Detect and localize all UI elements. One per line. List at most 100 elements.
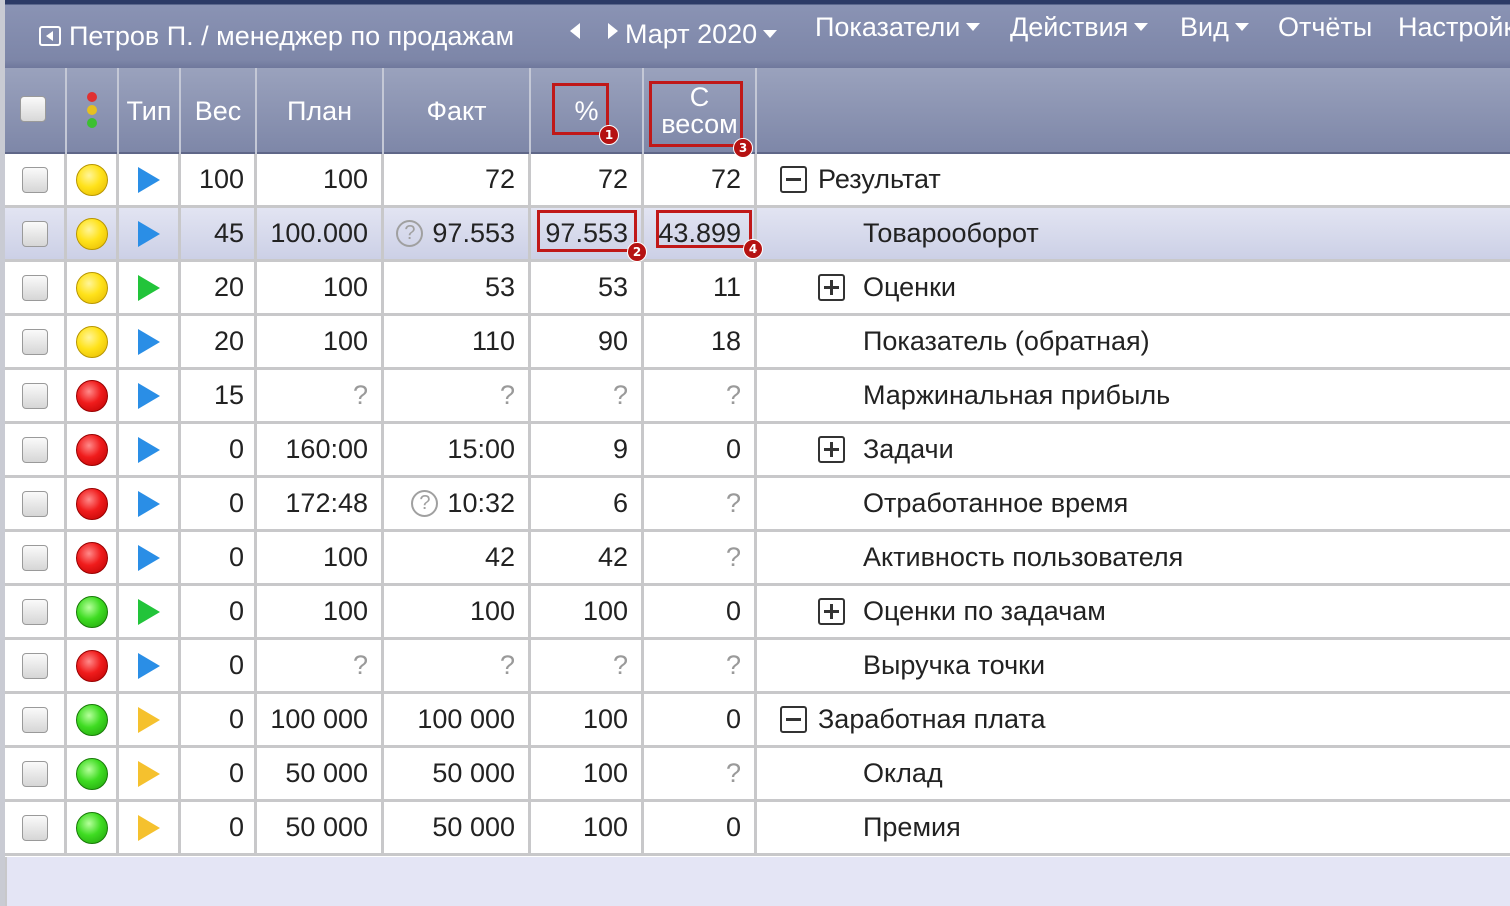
fact-cell: ? xyxy=(384,370,531,421)
percent-cell: 100 xyxy=(531,748,644,799)
expand-icon[interactable] xyxy=(818,274,845,301)
row-checkbox[interactable] xyxy=(21,544,48,571)
row-checkbox[interactable] xyxy=(21,760,48,787)
indicator-name[interactable]: Маржинальная прибыль xyxy=(863,370,1170,421)
row-checkbox-cell xyxy=(5,478,67,529)
select-all-checkbox[interactable] xyxy=(20,96,46,122)
row-checkbox[interactable] xyxy=(21,814,48,841)
weight-cell: 0 xyxy=(181,748,257,799)
row-checkbox[interactable] xyxy=(21,706,48,733)
fact-cell-value: 97.553 xyxy=(432,218,515,248)
help-icon[interactable]: ? xyxy=(411,490,439,517)
collapse-icon[interactable] xyxy=(780,166,807,193)
annotation-box-percent-value xyxy=(537,210,637,252)
status-light-icon xyxy=(75,757,108,790)
menu-label: Вид xyxy=(1180,12,1229,42)
row-checkbox-cell xyxy=(5,154,67,205)
row-checkbox[interactable] xyxy=(21,436,48,463)
menu-label: Показатели xyxy=(815,12,961,42)
weighted-cell: 0 xyxy=(644,424,757,475)
table-row[interactable]: 0 100 000 100 000 100 0 Заработная плата xyxy=(5,694,1510,748)
table-row[interactable]: 0 50 000 50 000 100? Оклад xyxy=(5,748,1510,802)
row-checkbox[interactable] xyxy=(21,652,48,679)
header-fact[interactable]: Факт xyxy=(384,68,531,154)
row-checkbox-cell xyxy=(5,370,67,421)
table-row[interactable]: 20 100 53 53 11 Оценки xyxy=(5,262,1510,316)
header-type[interactable]: Тип xyxy=(119,68,181,154)
menu-settings[interactable]: Настройки xyxy=(1398,12,1510,42)
next-period-icon[interactable] xyxy=(608,23,618,39)
table-row[interactable]: 0???? Выручка точки xyxy=(5,640,1510,694)
menu-reports[interactable]: Отчёты xyxy=(1278,12,1372,42)
indicator-name[interactable]: Задачи xyxy=(863,424,954,475)
table-row[interactable]: 20 100 110 90 18 Показатель (обратная) xyxy=(5,316,1510,370)
row-checkbox[interactable] xyxy=(21,166,48,193)
indicator-name[interactable]: Заработная плата xyxy=(818,694,1046,745)
status-light-icon xyxy=(75,325,108,358)
menu-indicators[interactable]: Показатели xyxy=(815,12,981,42)
annotation-badge: 2 xyxy=(627,242,647,262)
table-row[interactable]: 0 172:48? 10:32 6? Отработанное время xyxy=(5,478,1510,532)
row-checkbox[interactable] xyxy=(21,274,48,301)
row-checkbox[interactable] xyxy=(21,220,48,247)
menu-view[interactable]: Вид xyxy=(1180,12,1249,42)
row-checkbox[interactable] xyxy=(21,598,48,625)
weight-cell: 20 xyxy=(181,316,257,367)
indicator-name[interactable]: Результат xyxy=(818,154,941,205)
weighted-cell: ? xyxy=(644,748,757,799)
indicator-name[interactable]: Премия xyxy=(863,802,961,853)
weighted-cell-value: ? xyxy=(725,758,741,788)
traffic-light-icon xyxy=(87,92,97,128)
type-play-icon xyxy=(137,544,160,571)
table-row[interactable]: 0 100 100 100 0 Оценки по задачам xyxy=(5,586,1510,640)
row-checkbox-cell xyxy=(5,208,67,259)
indicator-name[interactable]: Оклад xyxy=(863,748,943,799)
indicator-name[interactable]: Оценки xyxy=(863,262,956,313)
type-cell xyxy=(119,370,181,421)
weighted-cell-value: 11 xyxy=(712,272,741,302)
chevron-down-icon xyxy=(966,22,981,31)
weight-cell: 0 xyxy=(181,424,257,475)
expand-icon[interactable] xyxy=(818,436,845,463)
help-icon[interactable]: ? xyxy=(396,220,424,247)
row-checkbox[interactable] xyxy=(21,328,48,355)
row-checkbox[interactable] xyxy=(21,382,48,409)
percent-cell-value: 100 xyxy=(582,596,628,626)
menu-actions[interactable]: Действия xyxy=(1010,12,1149,42)
plan-cell: ? xyxy=(257,640,384,691)
collapse-icon[interactable] xyxy=(780,706,807,733)
table-row[interactable]: 100 100 72 72 72 Результат xyxy=(5,154,1510,208)
header-plan[interactable]: План xyxy=(257,68,384,154)
row-checkbox[interactable] xyxy=(21,490,48,517)
period-selector[interactable]: Март 2020 xyxy=(625,19,778,49)
indicator-name[interactable]: Товарооборот xyxy=(863,208,1039,259)
plan-cell: 100 xyxy=(257,262,384,313)
weight-cell-value: 0 xyxy=(228,704,244,734)
status-cell xyxy=(67,424,119,475)
table-row[interactable]: 15???? Маржинальная прибыль xyxy=(5,370,1510,424)
expand-icon[interactable] xyxy=(818,598,845,625)
table-row[interactable]: 0 100 42 42? Активность пользователя xyxy=(5,532,1510,586)
indicator-name[interactable]: Отработанное время xyxy=(863,478,1128,529)
header-weight[interactable]: Вес xyxy=(181,68,257,154)
weighted-cell-value: 72 xyxy=(710,164,741,194)
weight-cell-value: 20 xyxy=(213,272,244,302)
plan-cell: 50 000 xyxy=(257,802,384,853)
indicator-name[interactable]: Активность пользователя xyxy=(863,532,1183,583)
status-light-icon xyxy=(75,379,108,412)
prev-period-icon[interactable] xyxy=(570,23,580,39)
percent-cell: 100 xyxy=(531,694,644,745)
plan-cell: 100 xyxy=(257,316,384,367)
indicator-name[interactable]: Выручка точки xyxy=(863,640,1045,691)
back-icon[interactable] xyxy=(39,26,61,46)
weighted-cell-value: 18 xyxy=(710,326,741,356)
fact-cell-value: 100 xyxy=(469,596,515,626)
indicator-name[interactable]: Оценки по задачам xyxy=(863,586,1106,637)
status-light-icon xyxy=(75,217,108,250)
table-row[interactable]: 0 160:00 15:00 9 0 Задачи xyxy=(5,424,1510,478)
table-row[interactable]: 0 50 000 50 000 100 0 Премия xyxy=(5,802,1510,856)
indicator-name[interactable]: Показатель (обратная) xyxy=(863,316,1150,367)
row-checkbox-cell xyxy=(5,748,67,799)
type-cell xyxy=(119,478,181,529)
fact-cell-value: 15:00 xyxy=(447,434,515,464)
